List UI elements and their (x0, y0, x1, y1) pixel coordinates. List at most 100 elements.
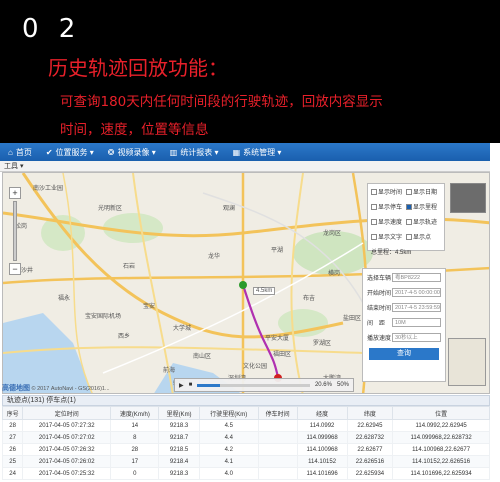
table-cell: 9218.5 (158, 443, 200, 456)
nav-reports[interactable]: ▥ 统计报表 ▾ (170, 147, 219, 158)
map-place-label: 横岗 (328, 271, 341, 277)
promo-banner: 0 2 历史轨迹回放功能： 可查询180天内任何时间段的行驶轨迹，回放内容显示 … (0, 0, 500, 143)
tools-dropdown[interactable]: 工具 ▾ (0, 161, 490, 172)
start-time-input[interactable]: 2017-4-5 00:00:00 (392, 288, 441, 297)
home-icon: ⌂ (8, 147, 13, 157)
feature-description-line1: 可查询180天内任何时间段的行驶轨迹，回放内容显示 (60, 94, 383, 110)
settings-icon: ▦ (232, 147, 241, 157)
map-place-label: 西乡 (118, 334, 131, 340)
table-cell: 114.10152 (296, 455, 348, 468)
table-cell: 114.0992,22.62945 (392, 419, 490, 432)
option-show-text[interactable]: 显示文字 (371, 232, 402, 241)
table-row[interactable]: 28 2017-04-05 07:27:32 14 9218.3 4.5 114.0992… (1, 419, 490, 432)
chart-icon: ▥ (169, 147, 178, 157)
option-show-mileage[interactable]: 显示里程 (406, 202, 437, 211)
nav-home[interactable]: ⌂ 首页 (8, 147, 32, 158)
overview-map[interactable] (448, 338, 486, 386)
table-cell: 4.0 (198, 467, 259, 480)
column-header[interactable]: 经度 (296, 406, 348, 420)
checkbox-icon (371, 219, 377, 226)
option-show-time[interactable]: 显示时间 (371, 187, 402, 196)
map-place-label: 布吉 (303, 296, 316, 302)
section-number: 0 2 (22, 14, 82, 44)
playback-bar: ▶ ■ 20.6% 50% (174, 378, 354, 392)
checkbox-icon (371, 189, 377, 196)
column-header[interactable]: 纬度 (346, 406, 394, 420)
table-row[interactable]: 24 2017-04-05 07:25:32 0 9218.3 4.0 114.10169… (1, 467, 490, 480)
table-cell: 9218.3 (158, 467, 200, 480)
option-show-track[interactable]: 显示轨迹 (406, 217, 437, 226)
table-cell (257, 467, 298, 480)
playback-speed-select[interactable]: 30秒以上 (392, 333, 441, 342)
table-row[interactable]: 25 2017-04-05 07:26:02 17 9218.4 4.1 114.1015… (1, 455, 490, 468)
column-header[interactable]: 停车时间 (257, 406, 298, 420)
vehicle-select[interactable]: 粤BP8222 (392, 273, 441, 282)
map-place-label: 观澜 (223, 206, 236, 212)
table-cell: 24 (1, 467, 24, 480)
table-cell: 22.62677 (346, 443, 394, 456)
table-cell: 22.628732 (346, 431, 394, 444)
table-cell: 4.4 (198, 431, 259, 444)
table-cell: 4.2 (198, 443, 259, 456)
checkbox-icon (406, 189, 413, 196)
column-header[interactable]: 定位时间 (22, 406, 112, 420)
option-show-date[interactable]: 显示日期 (406, 187, 437, 196)
column-header[interactable]: 里程(Km) (158, 406, 200, 420)
map-place-label: 宝安国际机场 (85, 314, 122, 320)
table-cell: 2017-04-05 07:27:02 (22, 431, 112, 444)
map-place-label: 南山区 (193, 354, 212, 360)
option-show-speed[interactable]: 显示速度 (371, 217, 402, 226)
table-row[interactable]: 27 2017-04-05 07:27:02 8 9218.7 4.4 114.09996… (1, 431, 490, 444)
interval-select[interactable]: 10M (392, 318, 441, 327)
table-cell: 8 (110, 431, 160, 444)
column-header[interactable]: 速度(Km/h) (110, 406, 160, 420)
option-show-parking[interactable]: 显示停车 (371, 202, 402, 211)
map-place-label: 龙华 (208, 254, 221, 260)
vehicle-label: 选择车辆 (367, 276, 392, 282)
nav-location-service[interactable]: ✔ 位置服务 ▾ (46, 147, 94, 158)
checkbox-icon (371, 234, 377, 241)
map-place-label: 平湖 (271, 248, 284, 254)
map-place-label: 福永 (58, 296, 71, 302)
display-options-panel: 显示时间 显示日期 显示停车 显示里程 显示速度 显示轨迹 显示文字 显示点 总… (367, 183, 445, 256)
table-cell: 28 (110, 443, 160, 456)
map-place-label: 前海 (163, 368, 176, 374)
table-cell: 0 (110, 467, 160, 480)
street-view-thumbnail[interactable] (450, 183, 486, 213)
option-show-point[interactable]: 显示点 (406, 232, 431, 241)
table-cell (257, 431, 298, 444)
table-cell (257, 443, 298, 456)
table-cell: 9218.4 (158, 455, 200, 468)
zoom-in-button[interactable]: + (9, 187, 21, 199)
table-row[interactable]: 26 2017-04-05 07:26:32 28 9218.5 4.2 114.1009… (1, 443, 490, 456)
query-button[interactable]: 查询 (369, 348, 439, 360)
stop-icon[interactable]: ■ (189, 382, 193, 388)
table-cell: 28 (1, 419, 24, 432)
nav-system[interactable]: ▦ 系统管理 ▾ (233, 147, 282, 158)
playback-progress[interactable] (197, 383, 310, 387)
map-place-label: 光明新区 (98, 206, 123, 212)
playback-speed-label: 播放速度 (367, 336, 392, 342)
column-header[interactable]: 位置 (392, 406, 490, 420)
nav-video[interactable]: ❂ 视频录像 ▾ (108, 147, 156, 158)
play-icon[interactable]: ▶ (179, 382, 184, 389)
end-time-label: 结束时间 (367, 306, 392, 312)
checkbox-icon (371, 204, 377, 211)
location-icon: ✔ (45, 147, 53, 157)
zoom-slider[interactable] (13, 201, 17, 261)
track-tabs[interactable]: 轨迹点(131) 停车点(1) (2, 395, 490, 406)
column-header[interactable]: 行驶里程(Km) (198, 406, 259, 420)
end-time-input[interactable]: 2017-4-5 23:59:59 (392, 303, 441, 312)
checkbox-icon (406, 219, 413, 226)
table-cell: 114.100968 (296, 443, 348, 456)
map-logo: 高德地图 (2, 385, 30, 392)
zoom-out-button[interactable]: − (9, 263, 21, 275)
table-cell: 114.100968,22.62677 (392, 443, 490, 456)
table-cell: 2017-04-05 07:25:32 (22, 467, 112, 480)
checkbox-icon (406, 234, 413, 241)
column-header[interactable]: 序号 (1, 406, 24, 420)
checkbox-checked-icon (406, 204, 413, 211)
table-cell: 26 (1, 443, 24, 456)
interval-label: 间 距 (367, 321, 386, 327)
table-cell: 114.10152,22.626516 (392, 455, 490, 468)
